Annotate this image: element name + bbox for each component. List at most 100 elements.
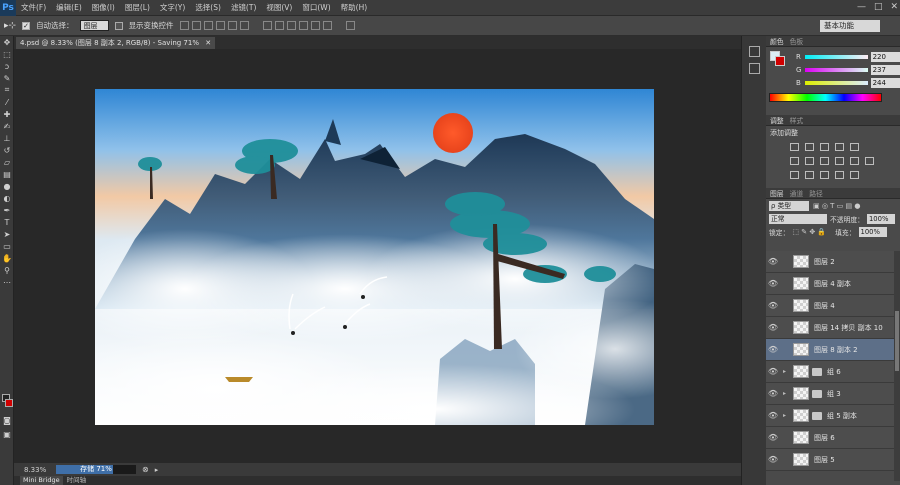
align-top-icon[interactable] (179, 21, 189, 30)
properties-panel-icon[interactable] (748, 63, 760, 74)
menu-item-7[interactable]: 视图(V) (261, 2, 297, 13)
layer-row[interactable]: 👁 图层 4 副本 (766, 273, 900, 295)
color-spectrum[interactable] (769, 93, 882, 102)
history-panel-icon[interactable] (748, 46, 760, 57)
align-vcenter-icon[interactable] (191, 21, 201, 30)
b-slider[interactable] (804, 80, 868, 85)
distribute-bottom-icon[interactable] (286, 21, 296, 30)
status-menu-arrow-icon[interactable]: ▸ (155, 466, 159, 474)
tab-paths[interactable]: 路径 (809, 188, 823, 198)
zoom-level[interactable]: 8.33% (14, 466, 48, 474)
quick-select-tool-icon[interactable]: ✎ (0, 72, 14, 84)
canvas-area[interactable] (14, 49, 741, 463)
r-slider[interactable] (804, 54, 868, 59)
distribute-right-icon[interactable] (322, 21, 332, 30)
type-tool-icon[interactable]: T (0, 216, 14, 228)
align-left-icon[interactable] (215, 21, 225, 30)
color-lookup-icon[interactable] (865, 157, 874, 165)
channel-mixer-icon[interactable] (850, 157, 859, 165)
gradient-tool-icon[interactable]: ▤ (0, 168, 14, 180)
menu-item-1[interactable]: 编辑(E) (51, 2, 87, 13)
distribute-hcenter-icon[interactable] (310, 21, 320, 30)
layer-row[interactable]: 👁 ▸ 组 6 (766, 361, 900, 383)
cancel-save-icon[interactable]: ⊗ (142, 465, 149, 474)
layer-row[interactable]: 👁 图层 6 (766, 427, 900, 449)
posterize-icon[interactable] (805, 171, 814, 179)
move-tool-icon[interactable]: ✥ (0, 36, 14, 48)
shape-tool-icon[interactable]: ▭ (0, 240, 14, 252)
artwork-image[interactable] (95, 89, 654, 425)
align-bottom-icon[interactable] (203, 21, 213, 30)
tab-layers[interactable]: 图层 (770, 188, 784, 198)
lasso-tool-icon[interactable]: ↄ (0, 60, 14, 72)
layers-scrollbar-thumb[interactable] (895, 311, 899, 371)
show-transform-checkbox[interactable] (114, 21, 123, 30)
workspace-dropdown[interactable]: 基本功能 (820, 20, 880, 32)
b-value[interactable]: 244 (870, 77, 900, 88)
distribute-left-icon[interactable] (298, 21, 308, 30)
path-select-tool-icon[interactable]: ➤ (0, 228, 14, 240)
layers-scrollbar[interactable] (894, 251, 900, 481)
selective-color-icon[interactable] (835, 171, 844, 179)
auto-align-icon[interactable] (345, 21, 355, 30)
menu-item-4[interactable]: 文字(Y) (155, 2, 190, 13)
layer-row[interactable]: 👁 图层 8 副本 2 (766, 339, 900, 361)
document-tab[interactable]: 4.psd @ 8.33% (图层 8 副本 2, RGB/8) - Savin… (16, 37, 216, 49)
distribute-vcenter-icon[interactable] (274, 21, 284, 30)
tab-channels[interactable]: 通道 (790, 188, 804, 198)
close-tab-icon[interactable]: ✕ (205, 39, 211, 47)
tab-styles[interactable]: 样式 (790, 115, 804, 125)
visibility-eye-icon[interactable]: 👁 (766, 323, 780, 332)
auto-select-dropdown[interactable]: 图层 (79, 20, 109, 31)
visibility-eye-icon[interactable]: 👁 (766, 411, 780, 420)
levels-icon[interactable] (805, 143, 814, 151)
hand-tool-icon[interactable]: ✋ (0, 252, 14, 264)
bg-swatch[interactable] (775, 56, 785, 66)
layer-row[interactable]: 👁 图层 5 (766, 449, 900, 471)
tab-swatches[interactable]: 色板 (790, 36, 804, 46)
brightness-icon[interactable] (790, 143, 799, 151)
visibility-eye-icon[interactable]: 👁 (766, 301, 780, 310)
hue-sat-icon[interactable] (790, 157, 799, 165)
dodge-tool-icon[interactable]: ◐ (0, 192, 14, 204)
tab-adjustments[interactable]: 调整 (770, 115, 784, 125)
color-balance-icon[interactable] (805, 157, 814, 165)
gradient-map-icon[interactable] (850, 171, 859, 179)
blur-tool-icon[interactable]: ● (0, 180, 14, 192)
history-brush-tool-icon[interactable]: ↺ (0, 144, 14, 156)
minimize-icon[interactable]: — (857, 2, 866, 12)
vibrance-icon[interactable] (850, 143, 859, 151)
menu-item-0[interactable]: 文件(F) (16, 2, 51, 13)
layer-row[interactable]: 👁 ▸ 组 5 副本 (766, 405, 900, 427)
layer-row[interactable]: 👁 ▸ 组 3 (766, 383, 900, 405)
quick-mask-icon[interactable]: ◙ (0, 414, 14, 426)
blend-mode-dropdown[interactable]: 正常 (769, 214, 827, 224)
eyedropper-tool-icon[interactable]: ⁄ (0, 96, 14, 108)
more-tools-icon[interactable]: ⋯ (0, 276, 14, 288)
expand-group-icon[interactable]: ▸ (783, 368, 789, 375)
bottom-tab-1[interactable]: 时间轴 (67, 476, 87, 485)
g-value[interactable]: 237 (870, 64, 900, 75)
align-hcenter-icon[interactable] (227, 21, 237, 30)
expand-group-icon[interactable]: ▸ (783, 412, 789, 419)
fill-input[interactable]: 100% (858, 227, 887, 237)
visibility-eye-icon[interactable]: 👁 (766, 455, 780, 464)
marquee-tool-icon[interactable]: ⬚ (0, 48, 14, 60)
black-white-icon[interactable] (820, 157, 829, 165)
g-slider[interactable] (804, 67, 868, 72)
menu-item-9[interactable]: 帮助(H) (336, 2, 373, 13)
zoom-tool-icon[interactable]: ⚲ (0, 264, 14, 276)
menu-item-5[interactable]: 选择(S) (190, 2, 226, 13)
background-color-swatch[interactable] (5, 399, 13, 407)
align-right-icon[interactable] (239, 21, 249, 30)
visibility-eye-icon[interactable]: 👁 (766, 367, 780, 376)
menu-item-3[interactable]: 图层(L) (120, 2, 155, 13)
crop-tool-icon[interactable]: ⌗ (0, 84, 14, 96)
exposure-icon[interactable] (835, 143, 844, 151)
move-tool-icon[interactable]: ▸⊹ (4, 21, 16, 31)
menu-item-2[interactable]: 图像(I) (87, 2, 120, 13)
visibility-eye-icon[interactable]: 👁 (766, 389, 780, 398)
brush-tool-icon[interactable]: ✍ (0, 120, 14, 132)
layer-row[interactable]: 👁 图层 14 拷贝 副本 10 (766, 317, 900, 339)
visibility-eye-icon[interactable]: 👁 (766, 433, 780, 442)
